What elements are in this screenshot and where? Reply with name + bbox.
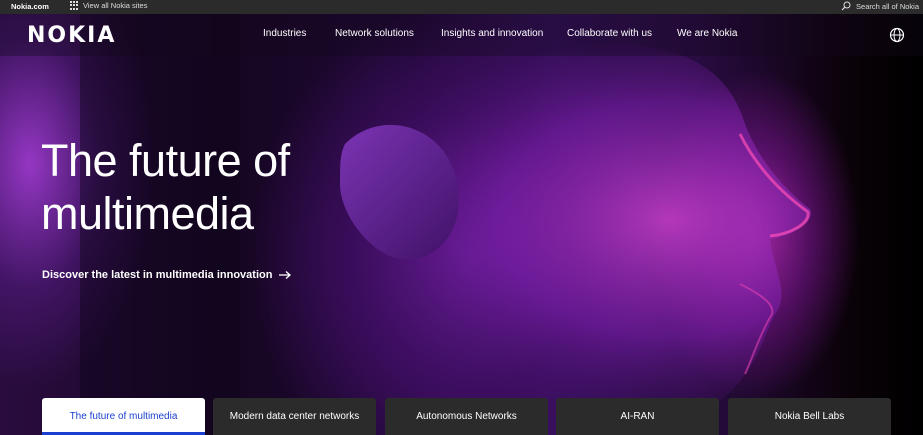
discover-link[interactable]: Discover the latest in multimedia innova… bbox=[42, 269, 292, 281]
utility-bar: Nokia.com View all Nokia sites Search al… bbox=[0, 0, 923, 14]
nav-item-collaborate[interactable]: Collaborate with us bbox=[567, 28, 652, 39]
tab-label: The future of multimedia bbox=[69, 411, 178, 422]
arrow-right-icon bbox=[279, 271, 292, 279]
tab-future-of-multimedia[interactable]: The future of multimedia bbox=[42, 398, 205, 435]
tab-label: Nokia Bell Labs bbox=[774, 411, 845, 422]
headline-line-1: The future of bbox=[41, 135, 290, 186]
search-all-link[interactable]: Search all of Nokia bbox=[841, 1, 919, 11]
discover-link-label: Discover the latest in multimedia innova… bbox=[42, 269, 273, 281]
tab-nokia-bell-labs[interactable]: Nokia Bell Labs bbox=[728, 398, 891, 435]
headline-line-2: multimedia bbox=[41, 188, 254, 239]
tab-autonomous-networks[interactable]: Autonomous Networks bbox=[385, 398, 548, 435]
nav-item-industries[interactable]: Industries bbox=[263, 28, 306, 39]
nokia-logo[interactable]: NOKIA bbox=[27, 23, 116, 48]
tab-modern-data-center[interactable]: Modern data center networks bbox=[213, 398, 376, 435]
grid-icon bbox=[70, 1, 79, 10]
search-all-label: Search all of Nokia bbox=[856, 1, 919, 11]
nav-item-insights[interactable]: Insights and innovation bbox=[441, 28, 543, 39]
hero-headline: The future of multimedia bbox=[41, 134, 290, 240]
nav-item-we-are-nokia[interactable]: We are Nokia bbox=[677, 28, 737, 39]
all-sites-label: View all Nokia sites bbox=[83, 1, 148, 10]
nav-item-network-solutions[interactable]: Network solutions bbox=[335, 28, 414, 39]
tab-label: Modern data center networks bbox=[229, 411, 360, 422]
main-nav: NOKIA Industries Network solutions Insig… bbox=[0, 14, 923, 56]
tab-ai-ran[interactable]: AI-RAN bbox=[556, 398, 719, 435]
all-sites-link[interactable]: View all Nokia sites bbox=[70, 1, 147, 10]
tab-label: AI-RAN bbox=[620, 411, 655, 422]
tab-label: Autonomous Networks bbox=[416, 411, 517, 422]
search-icon bbox=[841, 1, 851, 11]
nokia-com-link[interactable]: Nokia.com bbox=[11, 2, 49, 11]
globe-icon[interactable] bbox=[889, 27, 905, 43]
